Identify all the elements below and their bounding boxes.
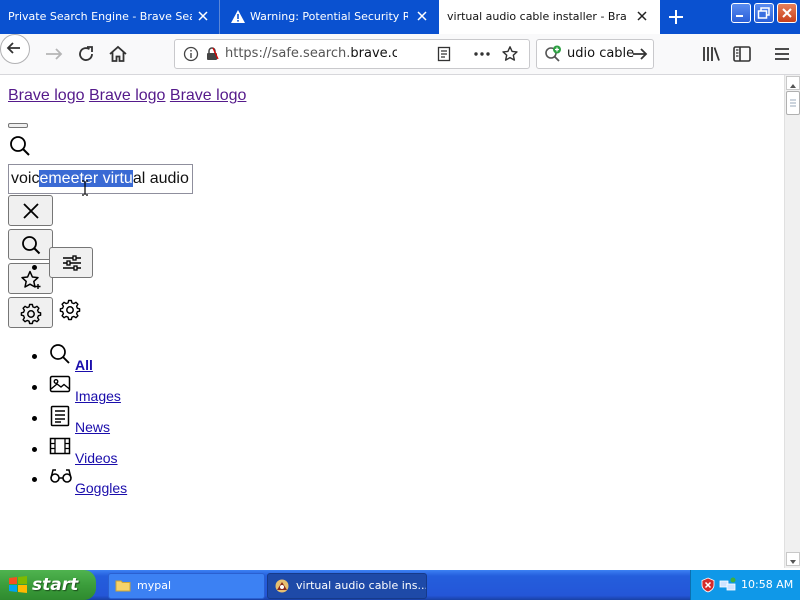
nav-link-all[interactable]: All xyxy=(75,357,93,373)
scrollbar-thumb[interactable] xyxy=(786,91,800,115)
search-bar[interactable]: udio cable xyxy=(536,39,654,69)
image-icon xyxy=(49,375,71,393)
close-icon xyxy=(23,203,39,219)
list-bullet xyxy=(32,447,37,452)
windows-logo-icon xyxy=(9,576,27,593)
settings-button[interactable] xyxy=(8,297,53,328)
arrow-right-icon[interactable] xyxy=(42,42,66,66)
navigation-toolbar: https://safe.search.brave.com udio cable xyxy=(0,34,800,75)
gear-icon xyxy=(20,303,42,325)
close-tab-icon[interactable] xyxy=(635,9,649,23)
tab-private-search-engine[interactable]: Private Search Engine - Brave Search xyxy=(0,0,218,34)
sparkle-star-icon xyxy=(21,270,41,289)
clear-search-button[interactable] xyxy=(8,195,53,226)
filters-button[interactable] xyxy=(49,247,93,278)
chevron-down-icon xyxy=(790,560,796,564)
close-tab-icon[interactable] xyxy=(196,9,210,23)
window-minimize-button[interactable] xyxy=(731,3,751,23)
url-bar[interactable]: https://safe.search.brave.com xyxy=(174,39,530,69)
tab-title: virtual audio cable installer - Brave Se… xyxy=(447,10,627,23)
empty-button[interactable] xyxy=(8,123,28,128)
search-icon xyxy=(50,344,70,364)
list-bullet xyxy=(32,354,37,359)
submit-search-button[interactable] xyxy=(8,229,53,260)
sidebar-icon[interactable] xyxy=(730,42,754,66)
warning-icon xyxy=(231,10,245,23)
list-bullet xyxy=(32,477,37,482)
back-button[interactable] xyxy=(0,34,30,64)
reader-view-icon[interactable] xyxy=(436,46,452,62)
list-bullet xyxy=(32,416,37,421)
taskbar-item-mypal[interactable]: mypal xyxy=(108,573,265,599)
more-dots-icon[interactable] xyxy=(473,46,491,62)
window-close-button[interactable] xyxy=(777,3,797,23)
browser-app-icon xyxy=(275,579,289,593)
brave-logo-links: Brave logo Brave logo Brave logo xyxy=(8,87,246,105)
query-text-after: al audio c xyxy=(132,170,192,187)
film-icon xyxy=(49,437,71,455)
vertical-scrollbar[interactable] xyxy=(784,75,800,568)
system-clock: 10:58 AM xyxy=(741,578,794,591)
windows-taskbar: start mypal virtual audio cable ins... 1… xyxy=(0,570,800,600)
tab-title: Private Search Engine - Brave Search xyxy=(8,10,192,23)
gear-icon[interactable] xyxy=(59,299,81,321)
folder-icon xyxy=(115,580,131,592)
info-icon[interactable] xyxy=(183,46,199,62)
arrow-right-icon[interactable] xyxy=(631,46,649,62)
scroll-up-button[interactable] xyxy=(786,76,800,90)
search-icon xyxy=(22,236,41,255)
nav-link-videos[interactable]: Videos xyxy=(75,450,118,466)
text-cursor-icon xyxy=(82,180,88,196)
nav-link-images[interactable]: Images xyxy=(75,388,121,404)
list-bullet xyxy=(32,385,37,390)
search-engine-add-icon[interactable] xyxy=(543,45,563,63)
start-label: start xyxy=(32,575,79,595)
hamburger-menu-icon[interactable] xyxy=(770,42,794,66)
sliders-icon xyxy=(63,255,81,271)
lock-icon[interactable] xyxy=(204,46,220,62)
star-icon[interactable] xyxy=(501,45,519,63)
arrow-left-icon xyxy=(6,42,20,54)
tab-security-warning[interactable]: Warning: Potential Security Risk Ahead xyxy=(219,0,439,34)
page-content: Brave logo Brave logo Brave logo voiceme… xyxy=(0,75,784,568)
window-maximize-button[interactable] xyxy=(754,3,774,23)
task-label: virtual audio cable ins... xyxy=(296,579,427,592)
network-icon[interactable] xyxy=(719,577,737,593)
brave-logo-link[interactable]: Brave logo xyxy=(89,87,166,104)
brave-logo-link[interactable]: Brave logo xyxy=(8,87,85,104)
search-icon xyxy=(10,136,30,156)
scroll-down-button[interactable] xyxy=(786,552,800,566)
glasses-icon xyxy=(50,469,72,483)
search-query-input[interactable]: voicemeeter virtual audio c xyxy=(8,164,193,194)
nav-link-goggles[interactable]: Goggles xyxy=(75,480,127,496)
library-icon[interactable] xyxy=(699,42,723,66)
search-bar-value: udio cable xyxy=(567,46,635,61)
start-button[interactable]: start xyxy=(0,570,96,600)
reload-icon[interactable] xyxy=(74,42,98,66)
brave-logo-link[interactable]: Brave logo xyxy=(170,87,247,104)
ai-answer-button[interactable] xyxy=(8,263,53,294)
url-domain: brave.com xyxy=(350,46,397,61)
grip-icon xyxy=(790,99,796,107)
tab-title: Warning: Potential Security Risk Ahead xyxy=(250,10,408,23)
list-bullet xyxy=(32,265,37,270)
system-tray: 10:58 AM xyxy=(690,570,800,600)
tab-virtual-audio-search[interactable]: virtual audio cable installer - Brave Se… xyxy=(439,0,660,34)
close-tab-icon[interactable] xyxy=(415,9,429,23)
taskbar-item-browser[interactable]: virtual audio cable ins... xyxy=(267,573,427,599)
security-shield-icon[interactable] xyxy=(700,577,716,593)
home-icon[interactable] xyxy=(106,42,130,66)
new-tab-plus-icon[interactable] xyxy=(666,7,686,27)
url-prefix: https://safe.search. xyxy=(225,46,351,61)
nav-link-news[interactable]: News xyxy=(75,419,110,435)
tab-strip: Private Search Engine - Brave Search War… xyxy=(0,0,800,34)
url-text[interactable]: https://safe.search.brave.com xyxy=(225,40,397,68)
news-icon xyxy=(50,405,70,427)
task-label: mypal xyxy=(137,579,172,592)
query-text-before: voic xyxy=(11,170,40,187)
